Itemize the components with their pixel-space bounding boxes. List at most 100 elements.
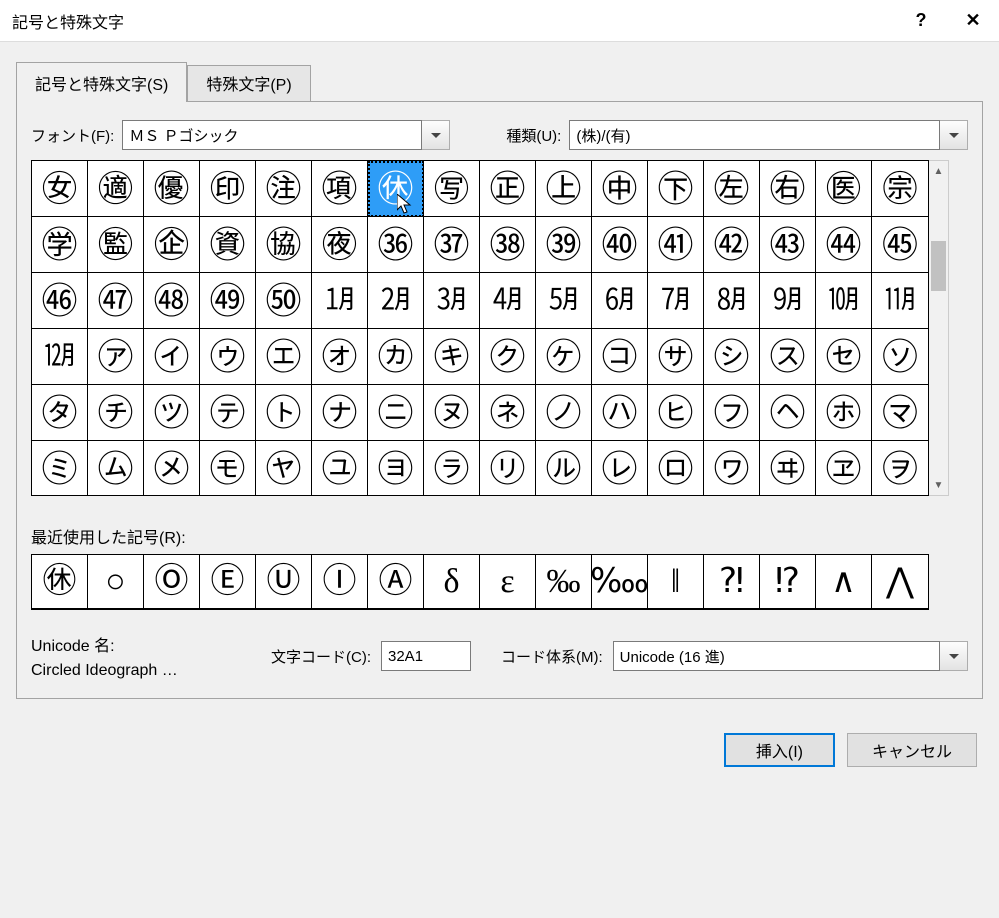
grid-cell[interactable]: ㋁ bbox=[368, 273, 424, 329]
grid-cell[interactable]: ㋹ bbox=[592, 441, 648, 496]
grid-cell[interactable]: ㊯ bbox=[256, 217, 312, 273]
recent-cell[interactable]: ⋀ bbox=[872, 555, 928, 609]
close-button[interactable]: ✕ bbox=[947, 0, 999, 42]
recent-cell[interactable]: δ bbox=[424, 555, 480, 609]
grid-cell[interactable]: ㊰ bbox=[312, 217, 368, 273]
font-input[interactable] bbox=[122, 120, 422, 150]
grid-cell[interactable]: ㋱ bbox=[144, 441, 200, 496]
grid-cell[interactable]: ㊲ bbox=[424, 217, 480, 273]
grid-cell[interactable]: ㋘ bbox=[536, 329, 592, 385]
cancel-button[interactable]: キャンセル bbox=[847, 733, 977, 767]
grid-cell[interactable]: ㋫ bbox=[704, 385, 760, 441]
grid-cell[interactable]: ㋜ bbox=[760, 329, 816, 385]
grid-cell[interactable]: ㊷ bbox=[704, 217, 760, 273]
grid-cell[interactable]: ㋈ bbox=[760, 273, 816, 329]
grid-cell[interactable]: ㋆ bbox=[648, 273, 704, 329]
recent-grid[interactable]: ㊡○ⓄⒺⓊⒾⒶδε‰‱‖⁈⁉∧⋀ bbox=[31, 554, 929, 610]
grid-cell[interactable]: ㊺ bbox=[872, 217, 928, 273]
grid-cell[interactable]: ㋝ bbox=[816, 329, 872, 385]
grid-cell[interactable]: ㋠ bbox=[88, 385, 144, 441]
recent-cell[interactable]: Ⓞ bbox=[144, 555, 200, 609]
scroll-track[interactable] bbox=[929, 181, 948, 475]
grid-cell[interactable]: ㊱ bbox=[368, 217, 424, 273]
from-combo[interactable] bbox=[613, 641, 968, 671]
grid-cell[interactable]: ㊴ bbox=[536, 217, 592, 273]
grid-cell[interactable]: ㊵ bbox=[592, 217, 648, 273]
grid-cell[interactable]: ㊻ bbox=[32, 273, 88, 329]
grid-cell[interactable]: ㋖ bbox=[424, 329, 480, 385]
grid-cell[interactable]: ㊽ bbox=[144, 273, 200, 329]
grid-cell[interactable]: ㋣ bbox=[256, 385, 312, 441]
grid-cell[interactable]: ㊨ bbox=[760, 161, 816, 217]
scroll-down-button[interactable]: ▼ bbox=[929, 475, 948, 495]
grid-cell[interactable]: ㋶ bbox=[424, 441, 480, 496]
scroll-thumb[interactable] bbox=[931, 241, 946, 291]
recent-cell[interactable]: ∧ bbox=[816, 555, 872, 609]
grid-cell[interactable]: ㊡ bbox=[368, 161, 424, 217]
grid-cell[interactable]: ㋮ bbox=[872, 385, 928, 441]
grid-cell[interactable]: ㋄ bbox=[536, 273, 592, 329]
grid-cell[interactable]: ㋨ bbox=[536, 385, 592, 441]
grid-cell[interactable]: ㊩ bbox=[816, 161, 872, 217]
recent-cell[interactable]: ‖ bbox=[648, 555, 704, 609]
grid-cell[interactable]: ㊦ bbox=[648, 161, 704, 217]
grid-cell[interactable]: ㋐ bbox=[88, 329, 144, 385]
grid-cell[interactable]: ㋤ bbox=[312, 385, 368, 441]
grid-cell[interactable]: ㋦ bbox=[424, 385, 480, 441]
grid-cell[interactable]: ㊬ bbox=[88, 217, 144, 273]
grid-cell[interactable]: ㊝ bbox=[144, 161, 200, 217]
grid-cell[interactable]: ㊛ bbox=[32, 161, 88, 217]
grid-cell[interactable]: ㋅ bbox=[592, 273, 648, 329]
grid-cell[interactable]: ㊤ bbox=[536, 161, 592, 217]
recent-cell[interactable]: ㊡ bbox=[32, 555, 88, 609]
grid-cell[interactable]: ㋟ bbox=[32, 385, 88, 441]
grid-cell[interactable]: ㊥ bbox=[592, 161, 648, 217]
grid-cell[interactable]: ㊹ bbox=[816, 217, 872, 273]
font-combo[interactable] bbox=[122, 120, 450, 150]
grid-cell[interactable]: ㊧ bbox=[704, 161, 760, 217]
grid-cell[interactable]: ㋗ bbox=[480, 329, 536, 385]
grid-cell[interactable]: ㋼ bbox=[760, 441, 816, 496]
recent-cell[interactable]: ‱ bbox=[592, 555, 648, 609]
grid-cell[interactable]: ㊿ bbox=[256, 273, 312, 329]
grid-cell[interactable]: ㊢ bbox=[424, 161, 480, 217]
grid-cell[interactable]: ㋺ bbox=[648, 441, 704, 496]
recent-cell[interactable]: Ⓤ bbox=[256, 555, 312, 609]
grid-cell[interactable]: ㊫ bbox=[32, 217, 88, 273]
grid-cell[interactable]: ㊣ bbox=[480, 161, 536, 217]
recent-cell[interactable]: ○ bbox=[88, 555, 144, 609]
grid-cell[interactable]: ㋭ bbox=[816, 385, 872, 441]
grid-cell[interactable]: ㋋ bbox=[32, 329, 88, 385]
from-input[interactable] bbox=[613, 641, 940, 671]
help-button[interactable]: ? bbox=[895, 0, 947, 42]
grid-cell[interactable]: ㋕ bbox=[368, 329, 424, 385]
scroll-up-button[interactable]: ▲ bbox=[929, 161, 948, 181]
grid-cell[interactable]: ㋀ bbox=[312, 273, 368, 329]
grid-cell[interactable]: ㋑ bbox=[144, 329, 200, 385]
grid-cell[interactable]: ㋔ bbox=[312, 329, 368, 385]
grid-cell[interactable]: ㊶ bbox=[648, 217, 704, 273]
grid-cell[interactable]: ㋛ bbox=[704, 329, 760, 385]
grid-cell[interactable]: ㊼ bbox=[88, 273, 144, 329]
grid-cell[interactable]: ㋳ bbox=[256, 441, 312, 496]
tab-special[interactable]: 特殊文字(P) bbox=[187, 65, 310, 102]
insert-button[interactable]: 挿入(I) bbox=[724, 733, 835, 767]
grid-cell[interactable]: ㋧ bbox=[480, 385, 536, 441]
recent-cell[interactable]: ⁉ bbox=[760, 555, 816, 609]
grid-cell[interactable]: ㊮ bbox=[200, 217, 256, 273]
grid-cell[interactable]: ㋊ bbox=[872, 273, 928, 329]
grid-cell[interactable]: ㊜ bbox=[88, 161, 144, 217]
grid-cell[interactable]: ㋙ bbox=[592, 329, 648, 385]
grid-cell[interactable]: ㋰ bbox=[88, 441, 144, 496]
grid-cell[interactable]: ㊪ bbox=[872, 161, 928, 217]
grid-cell[interactable]: ㋸ bbox=[536, 441, 592, 496]
grid-cell[interactable]: ㋪ bbox=[648, 385, 704, 441]
grid-cell[interactable]: ㊞ bbox=[200, 161, 256, 217]
grid-cell[interactable]: ㊸ bbox=[760, 217, 816, 273]
subset-dropdown-button[interactable] bbox=[940, 120, 968, 150]
grid-cell[interactable]: ㋯ bbox=[32, 441, 88, 496]
recent-cell[interactable]: Ⓐ bbox=[368, 555, 424, 609]
from-dropdown-button[interactable] bbox=[940, 641, 968, 671]
grid-cell[interactable]: ㋴ bbox=[312, 441, 368, 496]
grid-cell[interactable]: ㋓ bbox=[256, 329, 312, 385]
